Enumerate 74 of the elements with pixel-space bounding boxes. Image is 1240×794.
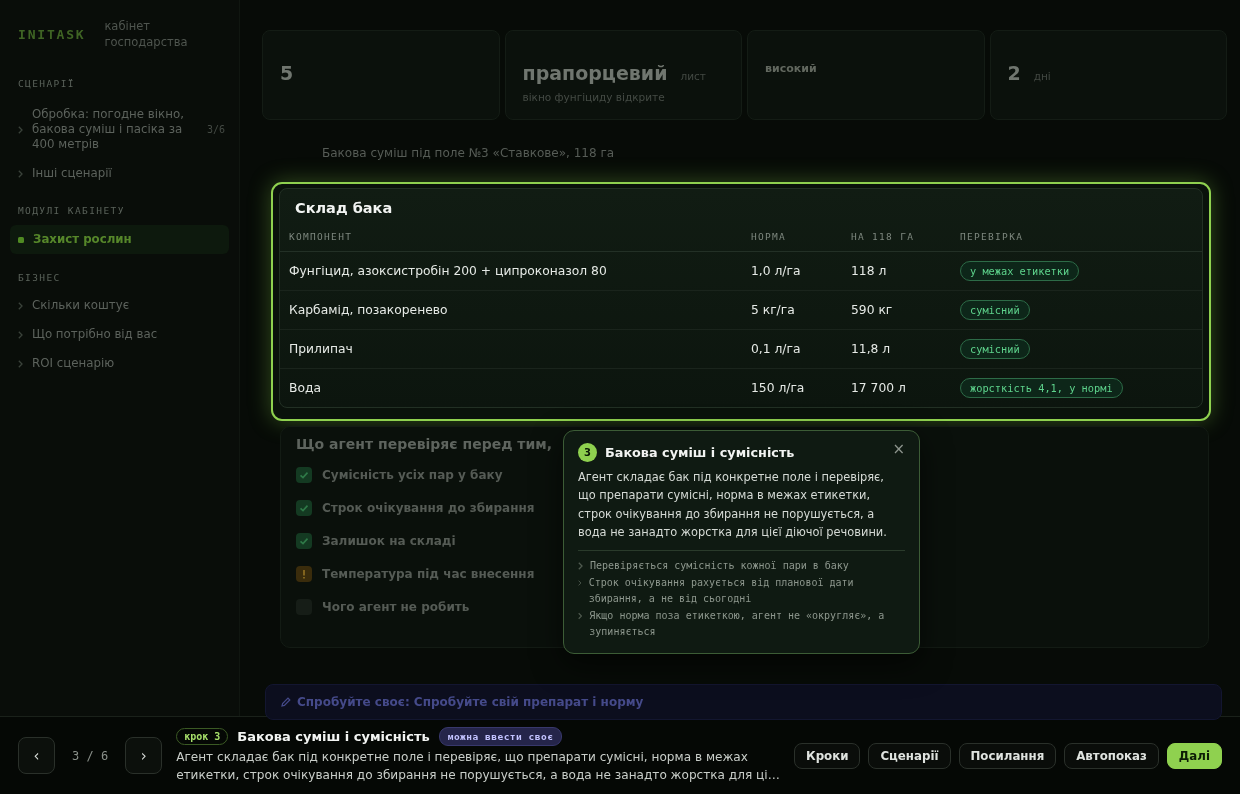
stat-value: 2 [1007, 62, 1021, 84]
tour-menu-button[interactable]: Посилання [958, 742, 1057, 769]
breadcrumb-title: Бакова суміш під поле №3 «Ставкове», 118 га [322, 145, 615, 162]
chevron-icon [18, 330, 23, 339]
table-cell-text: 1,0 л/га [751, 264, 802, 278]
step-title: Бакова суміш і сумісність [237, 729, 430, 744]
stat-unit: лист [680, 70, 706, 82]
check-item: Сумісність усіх пар у баку [322, 467, 503, 482]
table-cell-text: Карбамід, позакоренево [289, 303, 449, 317]
column-header: ПЕРЕВІРКА [960, 230, 1025, 242]
popover-point: Якщо норма поза етикеткою, агент не «округляє», а зупиняється [589, 609, 886, 640]
stat-unit: дні [1033, 70, 1051, 82]
table-cell-text: 590 кг [851, 303, 894, 317]
check-icon [296, 466, 312, 483]
close-button[interactable]: × [892, 442, 905, 457]
stat-value: прапорцевий [522, 62, 668, 84]
popover-point: Строк очікування рахується від планової дати збирання, а не від сьогодні [588, 576, 855, 607]
check-item: Температура під час внесення [322, 566, 535, 581]
chevron-icon [18, 301, 23, 310]
popover-text: Агент складає бак під конкретне поле і перевіряє, що препарати сумісні, норма в межах етикетки, строк очікування до збирання не порушується, а вода не занадто жорстка для цієї діючої речовини. [578, 469, 888, 541]
sidebar-item[interactable]: Обробка: погодне вікно, бакова суміш і пасіка за 400 метрів 3/6 [10, 101, 229, 158]
step-counter: 3 / 6 [72, 748, 109, 763]
chevron-icon [578, 612, 583, 621]
table-cell-text: 11,8 л [851, 342, 892, 356]
chevron-icon [18, 169, 23, 178]
next-step-button[interactable]: Далі [1166, 742, 1222, 769]
table-cell-text: Вода [289, 381, 322, 395]
section-heading: СЦЕНАРІЇ [17, 78, 76, 89]
section-heading: БІЗНЕС [17, 272, 62, 283]
column-header: НА 118 ГА [851, 230, 916, 242]
stat-value: високий [765, 62, 817, 75]
table-cell-text: 150 л/га [751, 381, 806, 395]
sidebar-item[interactable]: Захист рослин [10, 225, 229, 254]
table-cell-text: 118 л [851, 264, 888, 278]
table-cell-text: 17 700 л [851, 381, 907, 395]
pencil-icon [281, 697, 291, 707]
exclamation-icon [296, 565, 312, 582]
chevron-icon [18, 359, 23, 368]
check-item: Строк очікування до збирання [322, 500, 535, 515]
table-cell-text: 0,1 л/га [751, 342, 802, 356]
sidebar-item[interactable]: Інші сценарії [10, 160, 229, 187]
next-button[interactable]: › [125, 737, 163, 774]
check-item: Залишок на складі [322, 533, 456, 548]
table-title: Склад бака [295, 199, 394, 217]
step-number: 3 [578, 443, 597, 462]
table-cell-text: Прилипач [289, 342, 354, 356]
section-title: Що агент перевіряє перед тим, [296, 435, 553, 453]
status-badge: сумісний [960, 339, 1030, 359]
brand-subtitle: кабінет господарства [104, 18, 189, 50]
table-cell-text: Фунгіцид, азоксистробін 200 + ципроконазол 80 [289, 264, 608, 278]
column-header: НОРМА [751, 230, 788, 242]
tour-menu-button[interactable]: Кроки [794, 742, 861, 769]
stat-value: 5 [280, 62, 294, 84]
tour-menu-button[interactable]: Сценарії [868, 742, 951, 769]
stat-note: вікно фунгіциду відкрите [522, 91, 666, 103]
check-item: Чого агент не робить [322, 599, 470, 614]
column-header: КОМПОНЕНТ [289, 230, 354, 242]
status-badge: сумісний [960, 300, 1030, 320]
status-badge: у межах етикетки [960, 261, 1080, 281]
tour-menu-button[interactable]: Автопоказ [1064, 742, 1159, 769]
sidebar-item[interactable]: Скільки коштує [10, 292, 229, 319]
chevron-icon [18, 125, 23, 134]
check-icon [296, 532, 312, 549]
popover-title: Бакова суміш і сумісність [605, 445, 796, 460]
previous-button[interactable]: ‹ [18, 737, 55, 774]
check-icon [296, 499, 312, 516]
popover-point: Перевіряється сумісність кожної пари в баку [590, 559, 849, 574]
step-description: Агент складає бак під конкретне поле і перевіряє, що препарати сумісні, норма в межах етикетки, строк очікування до збирання не порушується, а вода не занадто жорстка для ці… [176, 749, 781, 784]
status-badge: жорсткість 4,1, у нормі [960, 378, 1123, 398]
section-heading: МОДУЛІ КАБІНЕТУ [17, 205, 126, 216]
sidebar-item[interactable]: Що потрібно від вас [10, 321, 229, 348]
sidebar-item[interactable]: ROI сценарію [10, 350, 229, 377]
table-cell-text: 5 кг/га [751, 303, 796, 317]
input-badge: можна ввести своє [438, 727, 563, 746]
